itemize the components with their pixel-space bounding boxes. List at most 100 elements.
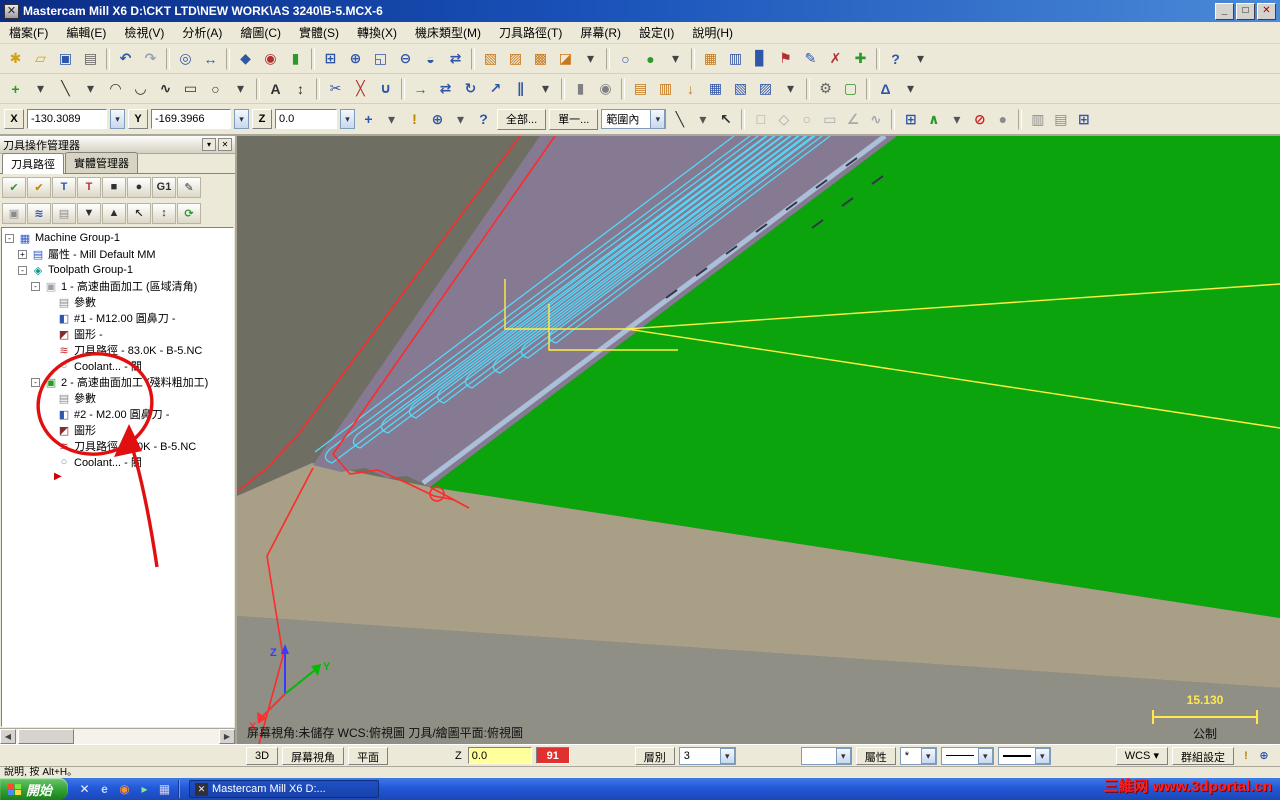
toolpath-surface-rough[interactable]: ▧ <box>728 77 753 101</box>
tree-expander[interactable]: - <box>31 281 40 291</box>
chevron-down-icon[interactable]: ▾ <box>719 747 735 764</box>
quicklaunch-mastercam[interactable]: ✕ <box>76 781 93 798</box>
status-groups-button[interactable]: 群組設定 <box>1172 746 1234 765</box>
tree-expander[interactable] <box>44 362 53 371</box>
regen-dirty[interactable]: T <box>77 176 101 198</box>
create-line[interactable]: ╲ <box>53 77 78 101</box>
flag[interactable]: ⚑ <box>773 47 798 71</box>
scroll-right-arrow[interactable]: ▶ <box>219 729 235 744</box>
quicklaunch-firefox[interactable]: ◉ <box>116 781 133 798</box>
menu-item[interactable]: 實體(S) <box>290 21 348 44</box>
cursor-menu[interactable]: ▾ <box>450 109 471 130</box>
sel-angle-mode[interactable]: ∠ <box>842 109 863 130</box>
backplot[interactable]: ■ <box>102 176 126 198</box>
trim-break[interactable]: ✂ <box>323 77 348 101</box>
minimize-button[interactable]: _ <box>1215 2 1234 20</box>
origin-target-icon[interactable]: ⊕ <box>1256 748 1272 764</box>
create-spline[interactable]: ∿ <box>153 77 178 101</box>
create-circle[interactable]: ○ <box>203 77 228 101</box>
tree-expander[interactable]: - <box>5 233 14 243</box>
create-line-menu[interactable]: ▾ <box>78 77 103 101</box>
status-level-button[interactable]: 層別 <box>634 746 675 765</box>
select-mode-menu[interactable]: ▾ <box>946 109 967 130</box>
cursor-warning[interactable]: ! <box>404 109 425 130</box>
regen-selected[interactable]: T <box>52 176 76 198</box>
scroll-operations[interactable]: ↕ <box>152 202 176 224</box>
chevron-down-icon[interactable]: ▾ <box>650 109 666 129</box>
undelete[interactable]: ✚ <box>848 47 873 71</box>
snap-settings[interactable]: ⊞ <box>1073 109 1094 130</box>
create-rectangle[interactable]: ▭ <box>178 77 203 101</box>
xform-menu[interactable]: ▾ <box>533 77 558 101</box>
scrollbar-thumb[interactable] <box>18 729 74 744</box>
tree-item[interactable]: #2 - M2.00 圓鼻刀 - <box>2 406 233 422</box>
pan[interactable]: ⇄ <box>443 47 468 71</box>
file-save[interactable]: ▣ <box>53 47 78 71</box>
file-open[interactable]: ▱ <box>28 47 53 71</box>
create-menu[interactable]: ▾ <box>228 77 253 101</box>
solids-extrude[interactable]: ▮ <box>568 77 593 101</box>
tree-expander[interactable] <box>44 298 53 307</box>
post-g1[interactable]: G1 <box>152 176 176 198</box>
create-arc[interactable]: ◠ <box>103 77 128 101</box>
style-menu[interactable]: ▾ <box>692 109 713 130</box>
gview-isometric[interactable]: ◪ <box>553 47 578 71</box>
chevron-down-icon[interactable]: ▾ <box>234 109 249 129</box>
status-level-combo[interactable]: 3 ▾ <box>678 746 736 765</box>
select-all-button[interactable]: 全部... <box>497 108 547 130</box>
menu-item[interactable]: 繪圖(C) <box>231 21 290 44</box>
viewport-3d-scene[interactable]: Z Y X 15.130 公制 屏幕視角:未儲存 WCS:俯視圖 刀具/繪圖平面… <box>237 136 1280 744</box>
toolpath-pocket[interactable]: ▥ <box>653 77 678 101</box>
tree-item[interactable]: 參數 <box>2 390 233 406</box>
menu-item[interactable]: 編輯(E) <box>57 21 115 44</box>
gview-front[interactable]: ▨ <box>503 47 528 71</box>
create-fillet[interactable]: ◡ <box>128 77 153 101</box>
xform-mirror[interactable]: ⇄ <box>433 77 458 101</box>
repaint[interactable]: ◉ <box>258 47 283 71</box>
maximize-button[interactable]: □ <box>1236 2 1255 20</box>
select-cursor[interactable]: ↖ <box>715 109 736 130</box>
sel-arc-mode[interactable]: ○ <box>796 109 817 130</box>
solids-revolve[interactable]: ◉ <box>593 77 618 101</box>
polygon-select[interactable]: ∧ <box>923 109 944 130</box>
redo[interactable]: ↷ <box>138 47 163 71</box>
tab-solids[interactable]: 實體管理器 <box>65 152 138 173</box>
clear-selection[interactable]: ⊘ <box>969 109 990 130</box>
tree-item[interactable]: + 屬性 - Mill Default MM <box>2 246 233 262</box>
taskbar-task-button[interactable]: ✕ Mastercam Mill X6 D:... <box>189 780 380 798</box>
xform-scale[interactable]: ↗ <box>483 77 508 101</box>
join-entities[interactable]: ∪ <box>373 77 398 101</box>
dimension[interactable]: ↕ <box>288 77 313 101</box>
shading-menu[interactable]: ▾ <box>663 47 688 71</box>
alert-icon[interactable]: ! <box>1238 748 1254 764</box>
create-point[interactable]: + <box>3 77 28 101</box>
x-coordinate-input[interactable] <box>27 109 107 129</box>
delete-entities[interactable]: ✗ <box>823 47 848 71</box>
tree-item[interactable]: - 2 - 高速曲面加工 (殘料粗加工) <box>2 374 233 390</box>
menu-item[interactable]: 分析(A) <box>173 21 231 44</box>
edit-entity[interactable]: ✎ <box>798 47 823 71</box>
tree-expander[interactable]: - <box>18 265 27 275</box>
panel-close-icon[interactable]: ✕ <box>218 138 232 151</box>
guide-toggle[interactable]: ▤ <box>1050 109 1071 130</box>
menu-item[interactable]: 刀具路徑(T) <box>490 21 571 44</box>
chevron-down-icon[interactable]: ▾ <box>835 747 851 764</box>
create-point-menu[interactable]: ▾ <box>28 77 53 101</box>
move-up[interactable]: ▲ <box>102 202 126 224</box>
tree-expander[interactable] <box>44 442 53 451</box>
dynamic-gnomon[interactable]: ◆ <box>233 47 258 71</box>
quicklaunch-media[interactable]: ▸ <box>136 781 153 798</box>
grid-settings[interactable]: ▦ <box>698 47 723 71</box>
xform-offset[interactable]: ∥ <box>508 77 533 101</box>
menu-item[interactable]: 轉換(X) <box>348 21 406 44</box>
create-letters[interactable]: A <box>263 77 288 101</box>
shading-on[interactable]: ● <box>638 47 663 71</box>
verify[interactable]: ● <box>127 176 151 198</box>
menu-item[interactable]: 設定(I) <box>630 21 683 44</box>
tree-expander[interactable]: + <box>18 249 27 259</box>
quicklaunch-desktop[interactable]: ▦ <box>156 781 173 798</box>
selection-range-combo[interactable]: 範圍內 ▾ <box>601 109 667 129</box>
gview-right[interactable]: ▩ <box>528 47 553 71</box>
analyze-entity[interactable]: ◎ <box>173 47 198 71</box>
zoom-previous[interactable]: ◒ <box>418 47 443 71</box>
